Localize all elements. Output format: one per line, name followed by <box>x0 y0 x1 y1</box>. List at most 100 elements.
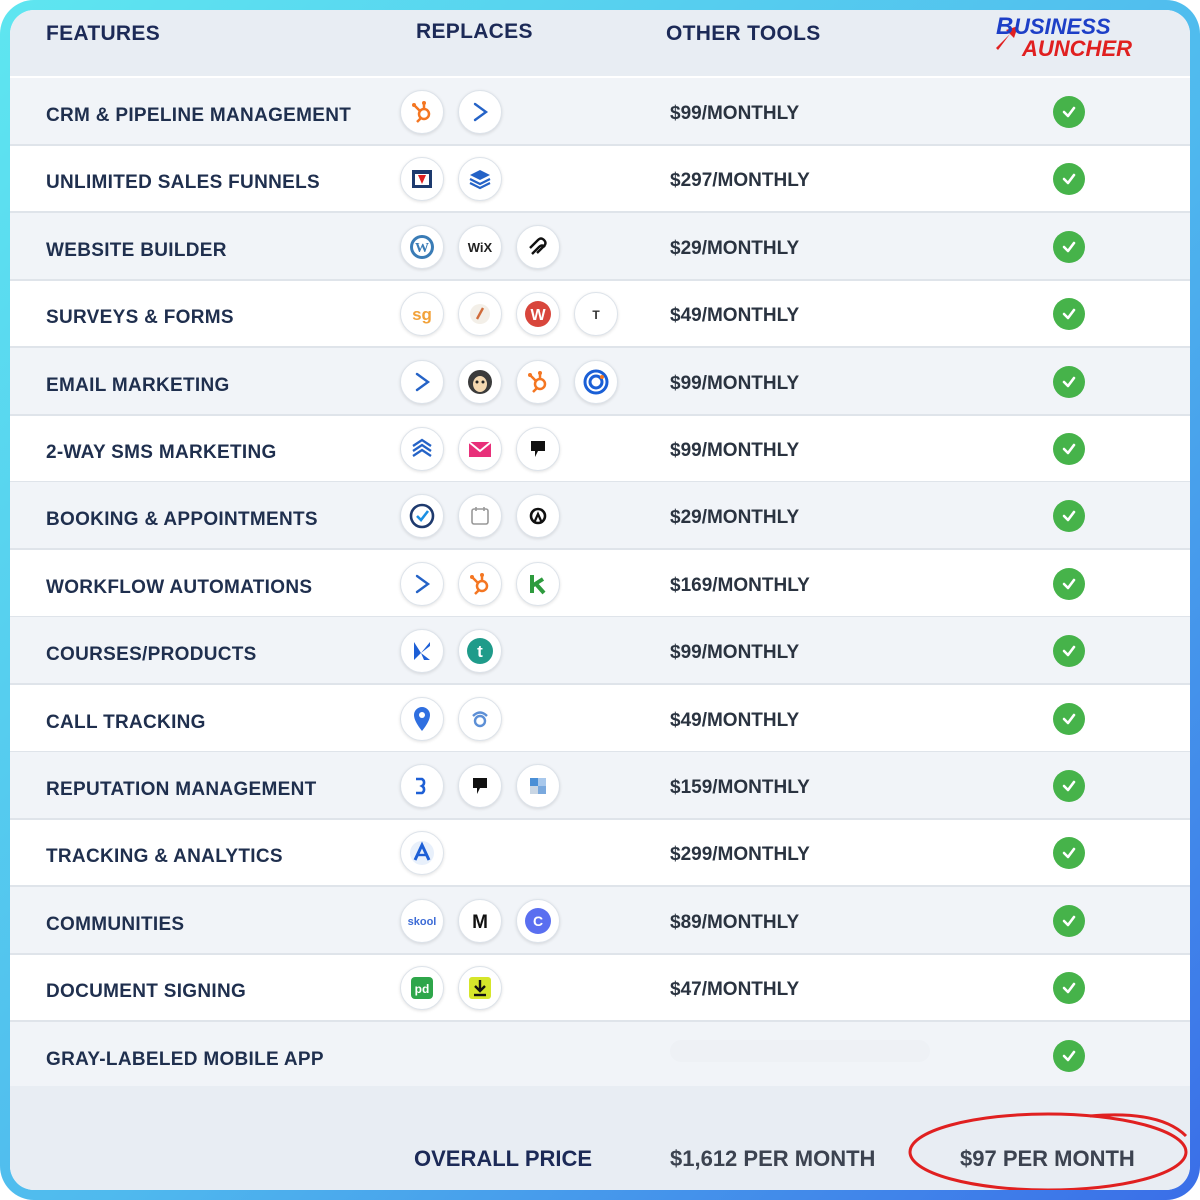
hubspot-icon <box>400 90 444 134</box>
check-icon <box>1053 96 1085 128</box>
table-row: REPUTATION MANAGEMENT $159/MONTHLY <box>10 752 1190 820</box>
col-other-tools: OTHER TOOLS <box>666 22 821 45</box>
leadpages-icon <box>458 157 502 202</box>
feature-label: 2-WAY SMS MARKETING <box>46 442 277 463</box>
feature-label: CRM & PIPELINE MANAGEMENT <box>46 105 352 126</box>
check-icon <box>1053 770 1085 802</box>
check-icon <box>1053 433 1085 465</box>
other-tools-price: $297/MONTHLY <box>670 170 810 192</box>
other-tools-price: $299/MONTHLY <box>670 844 810 866</box>
pen-icon <box>458 292 502 337</box>
svg-text:sg: sg <box>412 305 432 324</box>
hubspot-icon <box>458 561 502 606</box>
constant-contact-icon <box>574 359 618 404</box>
table-row: WEBSITE BUILDER W WiX $29/MONTHLY <box>10 212 1190 281</box>
feature-label: COMMUNITIES <box>46 913 185 935</box>
blurred-placeholder <box>670 1040 930 1062</box>
replaced-tools <box>400 90 502 134</box>
wix-icon: WiX <box>458 224 502 269</box>
table-row: SURVEYS & FORMS sg W T $49/MONTHLY <box>10 280 1190 349</box>
hubspot-icon <box>516 359 560 404</box>
replaced-tools <box>400 764 560 808</box>
check-icon <box>1053 635 1085 668</box>
calendar-icon <box>458 494 502 539</box>
clickfunnels-icon <box>400 157 444 202</box>
table-row: DOCUMENT SIGNING pd $47/MONTHLY <box>10 954 1190 1023</box>
replaced-tools <box>400 831 444 876</box>
check-icon <box>1053 837 1085 870</box>
callrail-icon <box>458 696 502 741</box>
check-icon <box>1053 904 1085 937</box>
waves-icon <box>400 427 444 471</box>
svg-text:W: W <box>415 241 429 256</box>
feature-label: COURSES/PRODUCTS <box>46 644 257 666</box>
other-tools-price: $159/MONTHLY <box>670 777 810 798</box>
table-row: COMMUNITIES skool M C $89/MONTHLY <box>10 886 1190 955</box>
replaced-tools: sg W T <box>400 292 618 337</box>
pandadoc-icon: pd <box>400 966 444 1011</box>
mailchimp-icon <box>458 359 502 404</box>
feature-label: UNLIMITED SALES FUNNELS <box>46 172 320 194</box>
docusign-icon <box>458 966 502 1011</box>
table-row: 2-WAY SMS MARKETING $99/MONTHLY <box>10 415 1190 483</box>
flag-icon <box>516 427 560 471</box>
svg-text:WiX: WiX <box>468 240 493 255</box>
feature-label: WEBSITE BUILDER <box>46 239 227 261</box>
frame: FEATURES REPLACES OTHER TOOLS B USINESS … <box>0 0 1200 1200</box>
replaced-tools: t <box>400 629 502 674</box>
envelope-icon <box>458 427 502 471</box>
table-row: GRAY-LABELED MOBILE APP <box>10 1021 1190 1090</box>
other-tools-price: $49/MONTHLY <box>670 305 800 327</box>
feature-label: GRAY-LABELED MOBILE APP <box>46 1048 324 1070</box>
svg-text:pd: pd <box>415 982 430 996</box>
table-row: COURSES/PRODUCTS t $99/MONTHLY <box>10 617 1190 686</box>
replaced-tools: skool M C <box>400 898 560 943</box>
analytics-icon <box>400 831 444 876</box>
feature-label: WORKFLOW AUTOMATIONS <box>46 576 313 598</box>
pin-icon <box>400 696 444 741</box>
other-tools-price: $49/MONTHLY <box>670 709 800 731</box>
business-launcher-logo: B USINESS AUNCHER <box>996 13 1132 60</box>
table-row: CRM & PIPELINE MANAGEMENT $99/MONTHLY <box>10 78 1190 146</box>
other-tools-price: $99/MONTHLY <box>670 642 800 664</box>
other-tools-total: $1,612 PER MONTH <box>670 1146 876 1171</box>
replaced-tools <box>400 359 618 404</box>
table-row: UNLIMITED SALES FUNNELS $297/MONTHLY <box>10 145 1190 214</box>
other-tools-price: $99/MONTHLY <box>670 440 800 461</box>
check-icon <box>1053 230 1085 263</box>
surveygizmo-icon: sg <box>400 292 444 337</box>
table-row: WORKFLOW AUTOMATIONS $169/MONTHLY <box>10 550 1190 618</box>
check-icon <box>1053 702 1085 735</box>
other-tools-price: $29/MONTHLY <box>670 237 800 259</box>
birdeye-icon <box>400 764 444 808</box>
red-circle-highlight <box>908 1112 1188 1190</box>
replaced-tools <box>400 696 502 741</box>
typeform-icon: T <box>574 292 618 337</box>
check-icon <box>1053 1039 1085 1072</box>
feature-label: SURVEYS & FORMS <box>46 307 234 329</box>
svg-text:W: W <box>530 307 546 324</box>
activecampaign-icon <box>458 90 502 134</box>
replaced-tools: pd <box>400 966 502 1011</box>
mighty-icon: M <box>458 898 502 943</box>
teachable-icon: t <box>458 629 502 674</box>
check-icon <box>1053 500 1085 533</box>
svg-text:T: T <box>592 308 600 322</box>
activecampaign-icon <box>400 359 444 404</box>
comparison-card: FEATURES REPLACES OTHER TOOLS B USINESS … <box>10 10 1190 1190</box>
check-icon <box>1053 163 1085 196</box>
calendly-icon <box>400 494 444 539</box>
feature-label: CALL TRACKING <box>46 711 206 733</box>
feature-label: DOCUMENT SIGNING <box>46 981 247 1003</box>
col-replaces: REPLACES <box>416 20 533 43</box>
logo-b: B <box>996 13 1013 40</box>
other-tools-price: $47/MONTHLY <box>670 979 800 1001</box>
check-icon <box>1053 972 1085 1005</box>
skool-icon: skool <box>400 898 444 943</box>
flag-icon <box>458 764 502 808</box>
feature-label: BOOKING & APPOINTMENTS <box>46 509 318 531</box>
acuity-icon <box>516 494 560 539</box>
table-row: CALL TRACKING $49/MONTHLY <box>10 685 1190 753</box>
feature-label: EMAIL MARKETING <box>46 374 230 396</box>
check-icon <box>1053 298 1085 331</box>
